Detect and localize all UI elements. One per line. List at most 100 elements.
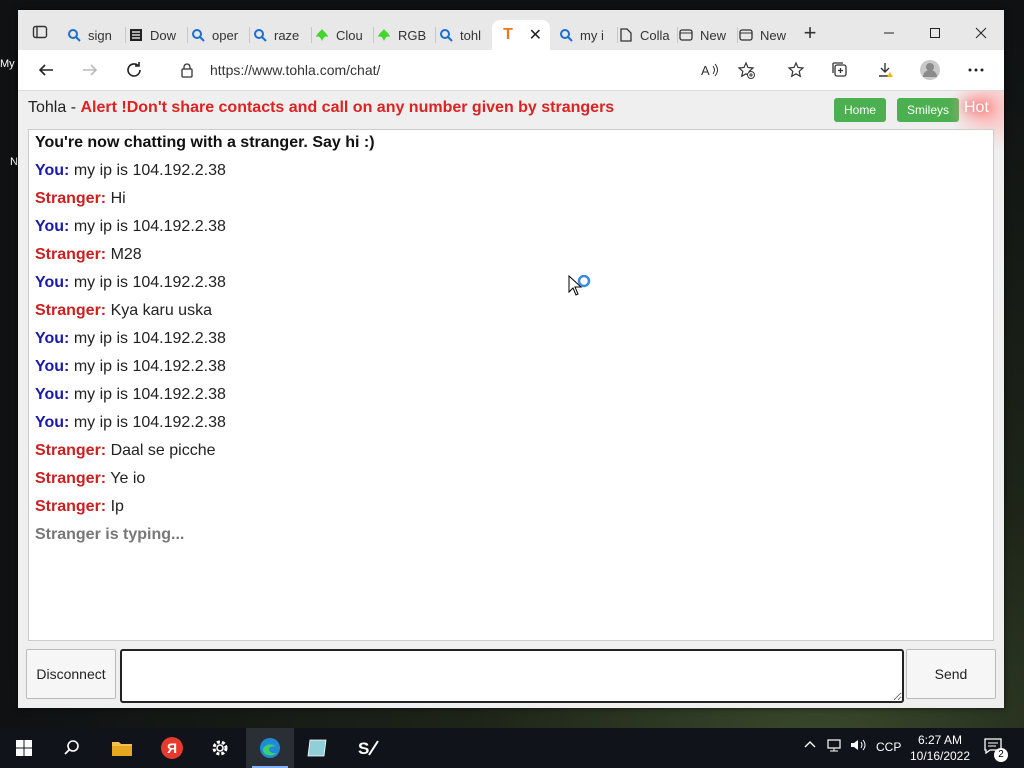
tab-label: New [760, 27, 787, 43]
tohla-icon: T [503, 26, 513, 43]
home-button[interactable]: Home [834, 98, 887, 122]
clock-date: 10/16/2022 [909, 749, 971, 763]
tab-label: RGB [398, 27, 427, 43]
yandex-browser-icon[interactable]: Я [148, 728, 196, 768]
volume-icon[interactable] [850, 738, 866, 755]
svg-text:Я: Я [167, 740, 177, 756]
safety-alert: Alert !Don't share contacts and call on … [80, 99, 615, 116]
collections-icon[interactable] [828, 58, 852, 82]
new-tab-button[interactable]: + [800, 22, 820, 44]
tab-label: Clou [336, 27, 363, 43]
chat-message: Stranger: Ip [35, 498, 124, 515]
page-content: Tohla - Alert !Don't share contacts and … [18, 91, 1004, 708]
tab-download[interactable]: Dow [128, 20, 188, 50]
tab-clou[interactable]: Clou [314, 20, 374, 50]
tab-colla[interactable]: Colla [618, 20, 678, 50]
notepad-app-icon[interactable] [294, 728, 342, 768]
chat-message: Stranger: Hi [35, 190, 126, 207]
profile-avatar-icon[interactable] [918, 58, 942, 82]
page-icon [618, 27, 634, 43]
chat-message: You: my ip is 104.192.2.38 [35, 274, 226, 291]
lock-icon[interactable] [180, 62, 196, 78]
desktop-icon-label[interactable]: My [0, 58, 18, 70]
chat-message: You: my ip is 104.192.2.38 [35, 386, 226, 403]
razer-icon [376, 27, 392, 43]
search-icon [190, 27, 206, 43]
tab-tohla-search[interactable]: tohl [438, 20, 498, 50]
more-options-icon[interactable] [964, 58, 988, 82]
tab-raze[interactable]: raze [252, 20, 312, 50]
tab-label: my i [580, 27, 604, 43]
tab-my-ip[interactable]: my i [558, 20, 618, 50]
tab-label: Dow [150, 27, 177, 43]
chat-message: Stranger: M28 [35, 246, 142, 263]
start-windows-icon[interactable] [0, 728, 48, 768]
search-icon[interactable] [48, 728, 96, 768]
downloads-icon[interactable] [874, 58, 898, 82]
razer-icon [314, 27, 330, 43]
favorites-icon[interactable] [784, 58, 808, 82]
site-brand[interactable]: Tohla - [28, 99, 76, 116]
send-button[interactable]: Send [906, 649, 996, 699]
network-icon[interactable] [826, 738, 842, 755]
forward-arrow-icon[interactable] [78, 58, 102, 82]
chat-log[interactable]: You're now chatting with a stranger. Say… [28, 129, 994, 641]
address-bar[interactable]: https://www.tohla.com/chat/ [168, 55, 758, 85]
tab-label: New [700, 27, 727, 43]
close-tab-icon[interactable]: ✕ [529, 25, 542, 45]
hot-link[interactable]: Hot [964, 99, 989, 117]
chat-message: Stranger: Kya karu uska [35, 302, 212, 319]
clock-time: 6:27 AM [917, 733, 963, 747]
svg-text:A: A [701, 63, 710, 78]
chat-message: You: my ip is 104.192.2.38 [35, 218, 226, 235]
tab-sign[interactable]: sign [66, 20, 126, 50]
newtab-icon [678, 27, 694, 43]
search-icon [252, 27, 268, 43]
chat-message: You: my ip is 104.192.2.38 [35, 414, 226, 431]
chat-message: Stranger: Ye io [35, 470, 146, 487]
chat-message: You: my ip is 104.192.2.38 [35, 358, 226, 375]
tab-bar: sign Dow oper raze Clou RGB tohl T ✕ my … [18, 10, 1004, 50]
file-explorer-icon[interactable] [98, 728, 146, 768]
disconnect-button[interactable]: Disconnect [26, 649, 116, 699]
tab-actions-icon[interactable] [28, 20, 52, 44]
browser-window: sign Dow oper raze Clou RGB tohl T ✕ my … [18, 10, 1004, 708]
minimize-button[interactable] [866, 20, 912, 46]
download-site-icon [128, 27, 144, 43]
tab-oper[interactable]: oper [190, 20, 250, 50]
message-input[interactable] [120, 649, 904, 703]
svg-text:S: S [358, 739, 369, 758]
chat-intro: You're now chatting with a stranger. Say… [35, 134, 375, 151]
input-language[interactable]: CCP [876, 740, 901, 754]
tab-tohla-active[interactable]: T ✕ [492, 20, 550, 50]
tab-label: Colla [640, 27, 670, 43]
tab-rgb[interactable]: RGB [376, 20, 436, 50]
typing-indicator: Stranger is typing... [35, 526, 185, 543]
tab-new-2[interactable]: New [738, 20, 798, 50]
add-favorite-icon[interactable] [734, 58, 758, 82]
tab-label: tohl [460, 27, 481, 43]
tab-label: raze [274, 27, 300, 43]
taskbar: Я S CCP 6:27 AM 10/16/2022 2 [0, 728, 1024, 768]
settings-gear-icon[interactable] [196, 728, 244, 768]
sublime-app-icon[interactable]: S [344, 728, 392, 768]
read-aloud-icon[interactable]: A [698, 58, 722, 82]
tab-label: sign [88, 27, 112, 43]
search-icon [438, 27, 454, 43]
search-icon [558, 27, 574, 43]
notification-badge: 2 [994, 748, 1008, 762]
close-window-button[interactable] [958, 20, 1004, 46]
refresh-icon[interactable] [122, 58, 146, 82]
url-text[interactable]: https://www.tohla.com/chat/ [210, 62, 380, 78]
navigation-bar: https://www.tohla.com/chat/ A [18, 50, 1004, 91]
search-icon [66, 27, 82, 43]
back-arrow-icon[interactable] [34, 58, 58, 82]
show-hidden-icons-icon[interactable] [804, 738, 816, 752]
tab-new-1[interactable]: New [678, 20, 738, 50]
chat-message: Stranger: Daal se picche [35, 442, 216, 459]
newtab-icon [738, 27, 754, 43]
clock[interactable]: 6:27 AM 10/16/2022 [906, 732, 974, 764]
site-header: Tohla - Alert !Don't share contacts and … [28, 99, 614, 117]
edge-browser-icon[interactable] [246, 728, 294, 768]
maximize-button[interactable] [912, 20, 958, 46]
